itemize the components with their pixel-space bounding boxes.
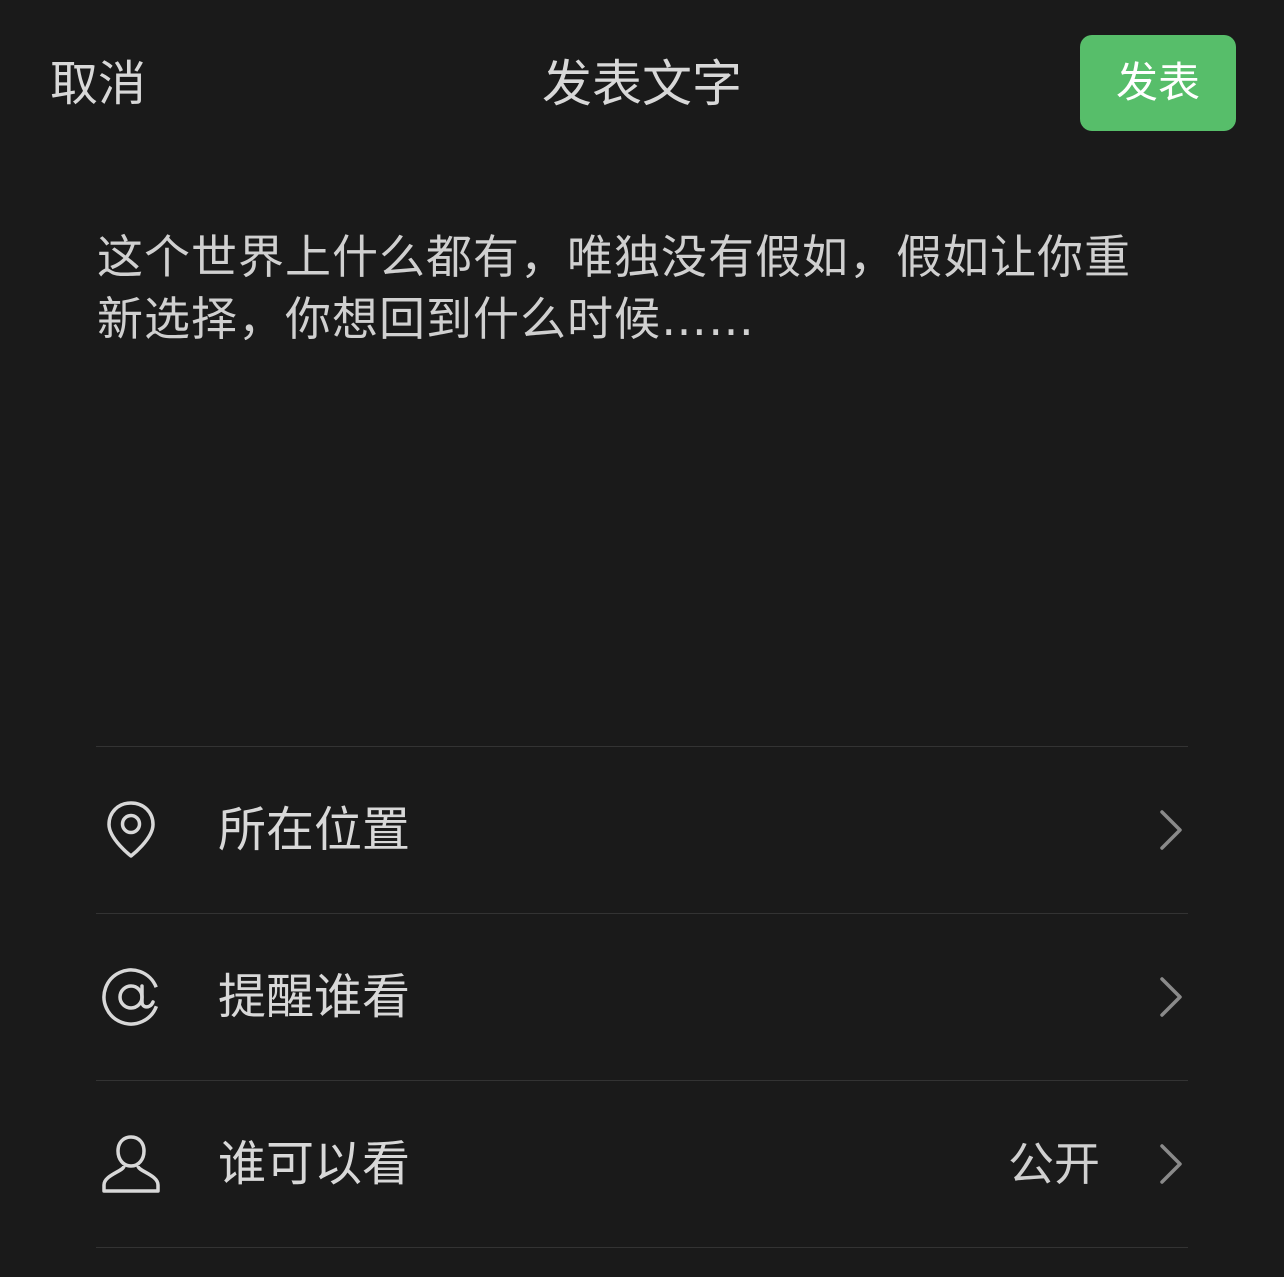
chevron-right-icon (1160, 977, 1182, 1017)
location-pin-icon (107, 801, 155, 858)
chevron-right-icon (1160, 810, 1182, 850)
mention-option[interactable]: 提醒谁看 (96, 914, 1188, 1080)
location-option[interactable]: 所在位置 (96, 747, 1188, 913)
at-sign-icon (102, 968, 160, 1026)
visibility-option[interactable]: 谁可以看 公开 (96, 1081, 1188, 1247)
location-label: 所在位置 (218, 802, 411, 858)
person-icon (102, 1135, 160, 1193)
mention-label: 提醒谁看 (218, 969, 411, 1025)
visibility-label: 谁可以看 (218, 1136, 411, 1192)
post-text-screen: 取消 发表文字 发表 这个世界上什么都有，唯独没有假如，假如让你重新选择，你想回… (0, 0, 1284, 1277)
post-text-input[interactable]: 这个世界上什么都有，唯独没有假如，假如让你重新选择，你想回到什么时候…… (97, 226, 1177, 696)
top-bar: 取消 发表文字 发表 (0, 0, 1284, 170)
publish-button[interactable]: 发表 (1080, 35, 1236, 131)
post-options-list: 所在位置 提醒谁看 谁可以看 公开 (96, 746, 1188, 1248)
visibility-value: 公开 (1008, 1137, 1100, 1191)
divider (96, 1247, 1188, 1248)
chevron-right-icon (1160, 1144, 1182, 1184)
